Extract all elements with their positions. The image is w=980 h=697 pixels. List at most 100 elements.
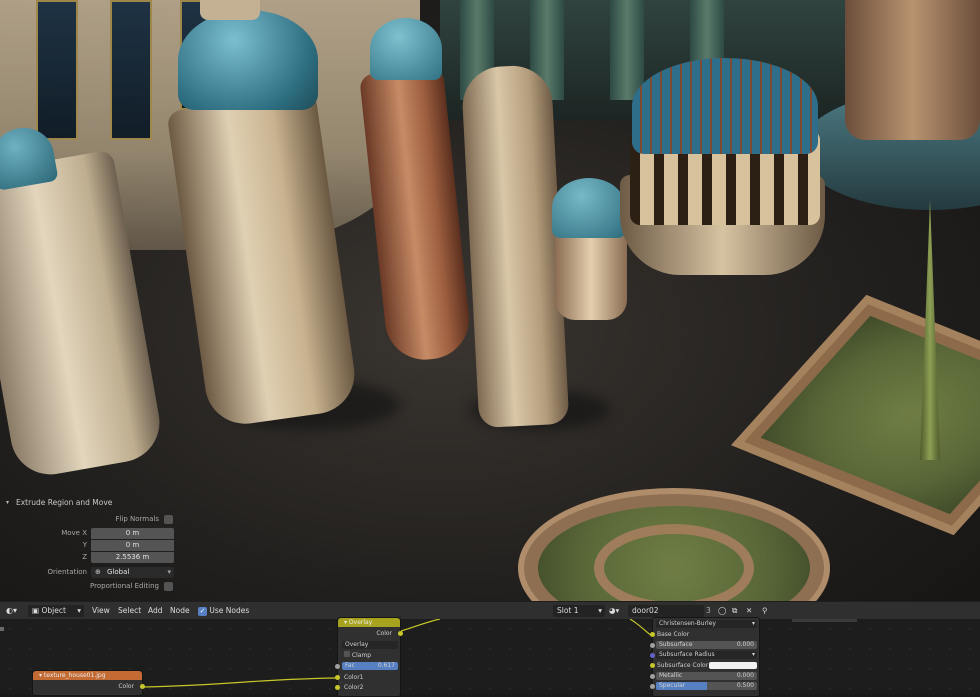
chevron-down-icon: ▾ [751,620,755,627]
large-tower-dome [178,10,318,110]
subsurface-socket[interactable] [650,643,655,648]
fac-label: Fac [345,662,355,669]
subsurface-field[interactable]: Subsurface 0.000 [656,641,757,649]
specular-label: Specular [659,682,686,689]
mix-node-header: ▾ Overlay [338,618,400,627]
move-z-field[interactable]: 2.5536 m [91,552,174,563]
clamp-label: Clamp [351,652,372,659]
use-nodes-toggle[interactable]: ✓ Use Nodes [198,605,249,617]
link-mix-output [400,619,441,632]
chevron-down-icon[interactable]: ▾ [6,499,9,506]
orientation-row: Orientation ⊕ Global ▾ [0,567,185,579]
stained-glass-window [110,0,152,140]
specular-socket[interactable] [650,684,655,689]
metallic-value: 0.000 [736,672,754,679]
small-dome [552,178,626,238]
subsurface-value: 0.000 [736,641,754,648]
chevron-down-icon: ▾ [598,606,602,615]
use-nodes-label: Use Nodes [209,606,250,615]
blend-mode-value: Overlay [345,641,369,648]
subsurface-method-dropdown[interactable]: Christensen-Burley ▾ [656,620,757,628]
material-name-field[interactable]: door02 [628,605,704,617]
subsurface-radius-socket[interactable] [650,653,655,658]
orientation-label: Orientation [47,568,87,576]
operator-title: Extrude Region and Move [16,498,113,507]
color1-input-socket[interactable] [335,675,340,680]
menu-view[interactable]: View [92,605,110,617]
image-texture-node[interactable]: ▾ texture_house01.jpg Color [32,670,145,696]
fac-slider[interactable]: Fac 0.617 [342,662,398,670]
tall-column [460,63,570,429]
image-node-output-label: Color [118,683,134,690]
metallic-field[interactable]: Metallic 0.000 [656,672,757,680]
proportional-editing-label: Proportional Editing [90,582,159,590]
mix-node-title: Overlay [348,619,373,626]
chevron-down-icon: ▾ [167,568,171,576]
subsurface-color-label: Subsurface Color [657,662,709,669]
orientation-value: Global [107,568,130,576]
clamp-checkbox[interactable] [344,651,350,657]
mix-rgb-node[interactable]: ▾ Overlay Color Overlay Clamp Fac 0.617 … [335,617,403,697]
3d-viewport[interactable]: ▾ Extrude Region and Move Flip Normals M… [0,0,980,601]
base-color-socket[interactable] [650,632,655,637]
menu-add[interactable]: Add [148,605,163,617]
image-node-header: ▾ texture_house01.jpg [33,671,142,680]
fake-user-icon[interactable]: ◯ [718,605,726,617]
global-orientation-icon: ⊕ [95,568,101,576]
flip-normals-row: Flip Normals [0,514,185,526]
unlink-material-icon[interactable]: ✕ [746,605,752,617]
node-editor-canvas[interactable]: ▾ texture_house01.jpg Color ▾ Overlay Co… [0,617,980,697]
pin-icon[interactable]: ⚲ [762,605,768,617]
specular-field[interactable]: Specular 0.500 [656,682,757,690]
rotunda-upper [845,0,980,140]
menu-select[interactable]: Select [118,605,141,617]
proportional-editing-checkbox[interactable] [164,582,173,591]
slot-dropdown[interactable]: Slot 1 ▾ [553,605,605,617]
material-sphere-icon[interactable]: ◕▾ [609,605,619,617]
move-z-label: Z [82,553,87,561]
flip-normals-label: Flip Normals [115,515,159,523]
move-y-field[interactable]: 0 m [91,540,174,551]
output-socket[interactable] [140,684,145,689]
move-x-label: Move X [61,529,87,537]
color2-input-socket[interactable] [335,685,340,690]
chevron-down-icon: ▾ [751,651,755,658]
orientation-dropdown[interactable]: ⊕ Global ▾ [91,567,174,578]
node-editor-icon[interactable]: ◐▾ [6,605,17,617]
stained-glass-window [36,0,78,140]
pavilion-blue-dome [632,58,818,154]
material-user-count[interactable]: 3 [706,605,711,617]
subsurface-radius-dropdown[interactable]: Subsurface Radius ▾ [656,651,757,659]
subsurface-color-row[interactable]: Subsurface Color [653,661,759,670]
node-editor-header: ◐▾ ▣ Object ▾ View Select Add Node ✓ Use… [0,601,980,619]
move-y-label: Y [82,541,87,549]
subsurface-color-swatch[interactable] [709,662,757,669]
move-x-field[interactable]: 0 m [91,528,174,539]
chevron-down-icon: ▾ [77,606,81,615]
specular-value: 0.500 [736,682,754,689]
mode-label: Object [41,606,66,615]
fac-input-socket[interactable] [335,664,340,669]
output-socket[interactable] [398,631,403,636]
node-editor-scrollbar[interactable] [792,619,857,622]
principled-bsdf-node[interactable]: Christensen-Burley ▾ Base Color Subsurfa… [650,617,760,697]
metallic-socket[interactable] [650,674,655,679]
mode-dropdown[interactable]: ▣ Object ▾ [28,605,84,617]
base-color-label: Base Color [657,631,690,638]
slot-label: Slot 1 [557,606,579,615]
flip-normals-checkbox[interactable] [164,515,173,524]
blend-mode-dropdown[interactable]: Overlay [342,641,398,649]
color2-label: Color2 [344,684,364,691]
fac-value: 0.617 [377,662,395,669]
red-tower-dome [370,18,442,80]
move-z-row: Z 2.5536 m [0,552,185,564]
square-garden-bed [731,294,980,536]
metallic-label: Metallic [659,672,683,679]
subsurface-color-socket[interactable] [650,663,655,668]
frame-corner [0,627,4,631]
duplicate-material-icon[interactable]: ⧉ [732,605,737,617]
clamp-row[interactable]: Clamp [338,651,400,660]
menu-node[interactable]: Node [170,605,190,617]
round-garden-bed [518,488,830,601]
link-image-to-mix [142,677,337,688]
